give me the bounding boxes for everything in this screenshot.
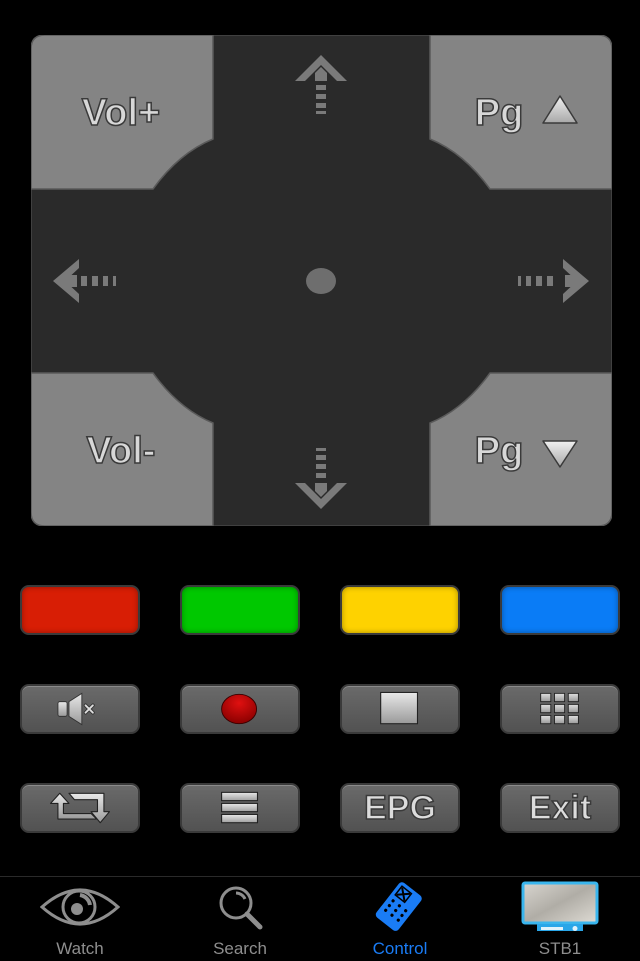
tab-stb1[interactable]: STB1 <box>480 877 640 961</box>
ok-dot-icon[interactable] <box>306 268 336 294</box>
swap-arrows-icon <box>50 792 110 824</box>
green-button[interactable] <box>180 585 300 635</box>
tv-stb-icon <box>521 881 599 931</box>
tab-search-label: Search <box>213 939 267 958</box>
keypad-button[interactable] <box>500 684 620 734</box>
remote-icon <box>375 882 422 931</box>
exit-label: Exit <box>528 788 592 828</box>
mute-button[interactable] <box>20 684 140 734</box>
page-down-label: Pg <box>475 430 524 472</box>
stop-button[interactable] <box>340 684 460 734</box>
yellow-button[interactable] <box>340 585 460 635</box>
epg-button[interactable]: EPG <box>340 783 460 833</box>
magnifier-icon <box>219 886 263 930</box>
page-up-label: Pg <box>475 92 524 134</box>
tab-stb1-label: STB1 <box>538 939 582 958</box>
dpad-panel: Vol+ Pg Vol- Pg <box>31 35 612 526</box>
swap-button[interactable] <box>20 783 140 833</box>
vol-down-label: Vol- <box>87 430 156 472</box>
tab-control-label: Control <box>372 939 428 958</box>
epg-label: EPG <box>363 788 436 828</box>
keypad-icon <box>540 692 579 725</box>
mute-icon <box>57 692 95 726</box>
blue-button[interactable] <box>500 585 620 635</box>
menu-button[interactable] <box>180 783 300 833</box>
menu-icon <box>221 791 259 824</box>
tab-bar: Watch Search Control STB1 <box>0 876 640 961</box>
tab-search[interactable]: Search <box>160 877 320 961</box>
record-button[interactable] <box>180 684 300 734</box>
eye-icon <box>40 888 120 926</box>
tab-control[interactable]: Control <box>320 877 480 961</box>
tab-watch[interactable]: Watch <box>0 877 160 961</box>
tab-watch-label: Watch <box>56 939 104 958</box>
stop-icon <box>380 691 419 725</box>
red-button[interactable] <box>20 585 140 635</box>
record-icon <box>221 693 258 725</box>
exit-button[interactable]: Exit <box>500 783 620 833</box>
vol-up-label: Vol+ <box>82 92 161 134</box>
